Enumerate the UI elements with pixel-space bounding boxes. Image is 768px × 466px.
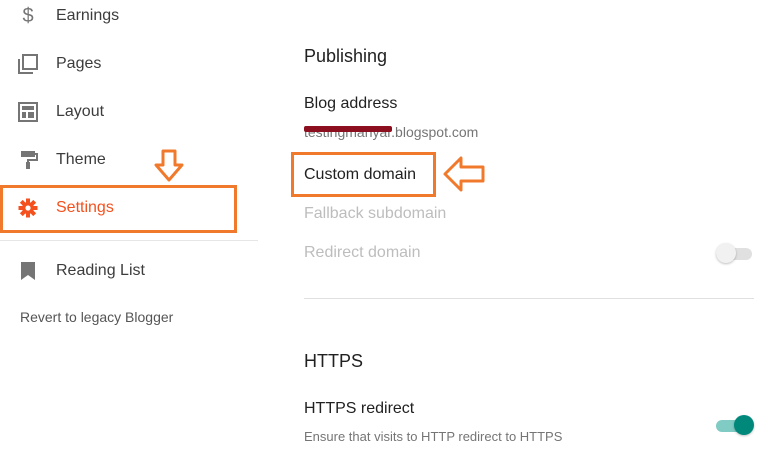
sidebar-item-earnings[interactable]: $ Earnings [0,0,258,36]
https-redirect-description: Ensure that visits to HTTP redirect to H… [304,429,563,444]
https-title: HTTPS [304,351,364,371]
blog-address-label[interactable]: Blog address [304,95,397,113]
https-redirect-toggle[interactable] [716,415,754,435]
fallback-subdomain-label: Fallback subdomain [304,205,447,222]
publishing-title: Publishing [304,46,388,66]
sidebar-item-label: Layout [56,103,105,120]
sidebar-item-label: Pages [56,55,102,72]
sidebar-item-layout[interactable]: Layout [0,92,258,132]
pages-icon [17,53,39,75]
gear-icon [17,197,39,219]
bookmark-icon [17,260,39,282]
dollar-icon: $ [22,4,34,27]
redaction-mark [304,126,392,132]
sidebar: $ Earnings Pages Layout Theme Settings R… [0,0,258,466]
sidebar-item-label: Theme [56,151,106,168]
sidebar-item-theme[interactable]: Theme [0,140,258,180]
sidebar-item-settings[interactable]: Settings [0,188,258,228]
redirect-domain-label: Redirect domain [304,244,421,261]
sidebar-item-pages[interactable]: Pages [0,44,258,84]
paint-roller-icon [17,149,39,171]
revert-legacy-link[interactable]: Revert to legacy Blogger [20,309,173,325]
main-content: Publishing Blog address testingmanyar.bl… [304,0,768,466]
sidebar-item-label: Settings [56,199,114,216]
sidebar-item-label: Reading List [56,262,145,279]
sidebar-item-label: Earnings [56,7,120,24]
layout-icon [17,101,39,123]
redirect-domain-toggle[interactable] [716,243,754,263]
section-divider [304,298,754,299]
sidebar-divider [0,240,258,241]
custom-domain-label[interactable]: Custom domain [304,166,416,184]
sidebar-item-reading-list[interactable]: Reading List [0,251,258,291]
https-redirect-label[interactable]: HTTPS redirect [304,400,414,418]
